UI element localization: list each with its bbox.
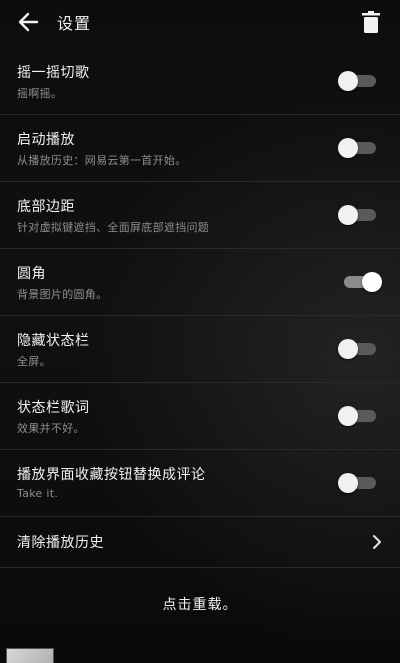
- setting-row-auto-play[interactable]: 启动播放 从播放历史：网易云第一首开始。: [0, 115, 400, 182]
- toggle-thumb: [338, 339, 358, 359]
- bottom-margin-toggle[interactable]: [338, 205, 378, 225]
- toggle-thumb: [338, 406, 358, 426]
- toggle-thumb: [338, 71, 358, 91]
- toggle-thumb: [338, 473, 358, 493]
- setting-label: 圆角: [17, 266, 46, 282]
- setting-description: Take it.: [17, 487, 59, 500]
- setting-description: 背景图片的圆角。: [17, 288, 108, 301]
- setting-label: 播放界面收藏按钮替换成评论: [17, 467, 206, 483]
- setting-description: 摇啊摇。: [17, 87, 63, 100]
- setting-description: 从播放历史：网易云第一首开始。: [17, 154, 187, 167]
- settings-page: 设置 摇一摇切歌 摇啊摇。 启动播放 从播放历史：网易云第一首开始。 底部边距 …: [0, 0, 400, 663]
- trash-icon: [362, 11, 380, 33]
- setting-description: 全屏。: [17, 355, 51, 368]
- shake-skip-toggle[interactable]: [338, 71, 378, 91]
- chevron-right-icon: [373, 535, 381, 549]
- setting-row-rounded-corners[interactable]: 圆角 背景图片的圆角。: [0, 249, 400, 316]
- arrow-left-icon: [18, 12, 39, 32]
- setting-row-shake-skip[interactable]: 摇一摇切歌 摇啊摇。: [0, 48, 400, 115]
- setting-row-bottom-margin[interactable]: 底部边距 针对虚拟键遮挡、全面屏底部遮挡问题: [0, 182, 400, 249]
- setting-description: 效果并不好。: [17, 422, 85, 435]
- setting-label: 隐藏状态栏: [17, 333, 90, 349]
- toggle-thumb: [338, 138, 358, 158]
- reload-button[interactable]: 点击重载。: [0, 594, 400, 614]
- rounded-corners-toggle[interactable]: [340, 272, 382, 292]
- mini-player[interactable]: [0, 644, 400, 663]
- setting-label: 摇一摇切歌: [17, 65, 90, 81]
- settings-list: 摇一摇切歌 摇啊摇。 启动播放 从播放历史：网易云第一首开始。 底部边距 针对虚…: [0, 48, 400, 568]
- status-bar-lyrics-toggle[interactable]: [338, 406, 378, 426]
- favorite-to-comment-toggle[interactable]: [338, 473, 378, 493]
- header: 设置: [0, 0, 400, 44]
- album-art: [6, 648, 54, 663]
- clear-history-label: 清除播放历史: [17, 535, 104, 551]
- setting-label: 底部边距: [17, 199, 75, 215]
- delete-button[interactable]: [358, 8, 384, 36]
- setting-row-status-bar-lyrics[interactable]: 状态栏歌词 效果并不好。: [0, 383, 400, 450]
- toggle-thumb: [338, 205, 358, 225]
- back-button[interactable]: [14, 8, 42, 36]
- toggle-thumb: [362, 272, 382, 292]
- setting-row-hide-status-bar[interactable]: 隐藏状态栏 全屏。: [0, 316, 400, 383]
- hide-status-bar-toggle[interactable]: [338, 339, 378, 359]
- setting-description: 针对虚拟键遮挡、全面屏底部遮挡问题: [17, 221, 210, 234]
- setting-label: 状态栏歌词: [17, 400, 90, 416]
- setting-row-favorite-to-comment[interactable]: 播放界面收藏按钮替换成评论 Take it.: [0, 450, 400, 517]
- page-title: 设置: [57, 14, 92, 33]
- setting-label: 启动播放: [17, 132, 75, 148]
- auto-play-toggle[interactable]: [338, 138, 378, 158]
- clear-history-item[interactable]: 清除播放历史: [0, 517, 400, 568]
